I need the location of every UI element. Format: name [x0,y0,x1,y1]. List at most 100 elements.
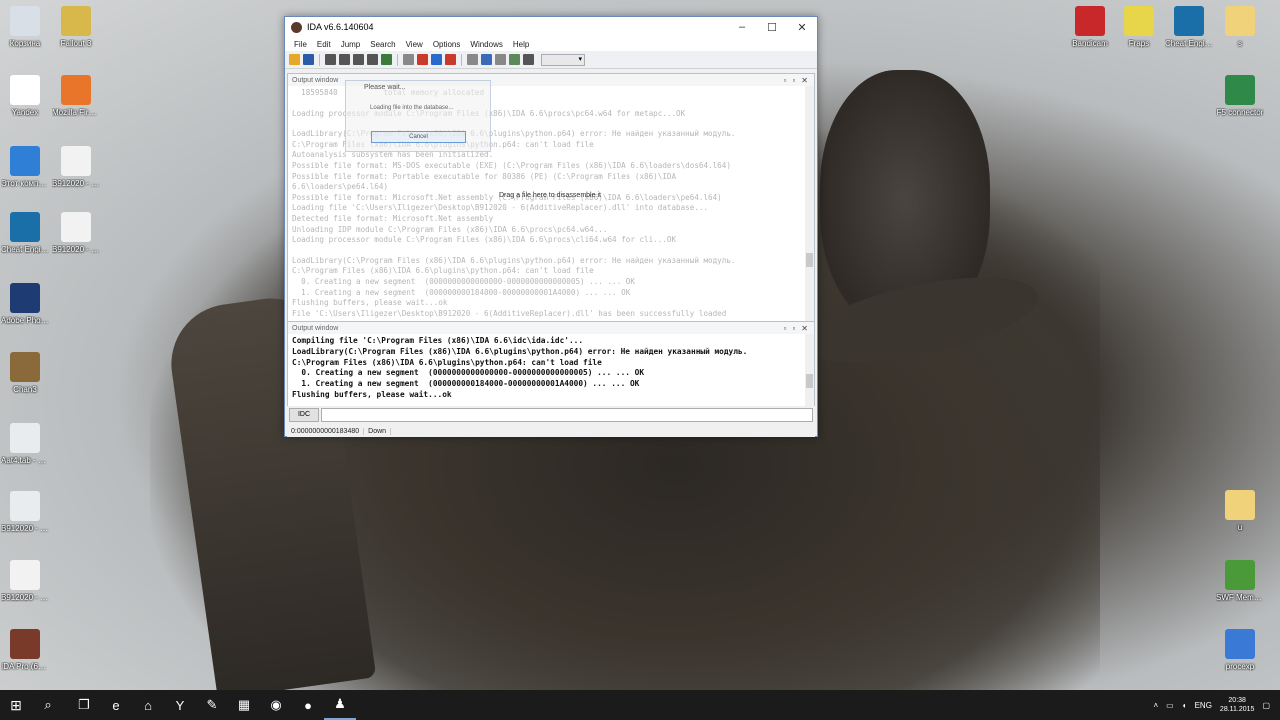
network-icon[interactable]: ▭ [1166,701,1174,710]
log-line: LoadLibrary(C:\Program Files (x86)\IDA 6… [292,255,736,265]
toolbar-button-icon[interactable] [303,54,314,65]
taskbar: ⊞ ⌕ ❐ e ⌂ Y ✎ ▦ ◉ ● ♟ ˄ ▭ ◖ ENG 20:38 28.11.2015… [0,690,1280,720]
log-line: Compiling file 'C:\Program Files (x86)\I… [292,336,584,345]
toolbar-button-icon[interactable] [325,54,336,65]
toolbar-button-icon[interactable] [381,54,392,65]
desktop-icon[interactable]: Fraps [1115,6,1163,48]
toolbar-button-icon[interactable] [417,54,428,65]
desktop-icon[interactable]: Этот компьютер [1,146,49,188]
log-line: File 'C:\Users\Iligezer\Desktop\B912020 … [292,308,727,318]
output-log-bottom: Compiling file 'C:\Program Files (x86)\I… [288,334,814,403]
search-icon[interactable]: ⌕ [32,690,64,720]
desktop-icon[interactable]: B912020 - 6(AdditiveRe... [52,212,100,254]
volume-icon[interactable]: ◖ [1182,701,1187,710]
firefox-icon [61,75,91,105]
menu-item-file[interactable]: File [289,40,312,49]
ida-pro-icon[interactable]: ♟ [324,690,356,720]
calculator-icon[interactable]: ▦ [228,690,260,720]
procexp-icon [1225,629,1255,659]
ida-titlebar[interactable]: IDA v6.6.140604 – ☐ ✕ [285,17,817,37]
edge-icon[interactable]: e [100,690,132,720]
task-view-icon[interactable]: ❐ [68,690,100,720]
desktop-icon[interactable]: procexp [1216,629,1264,671]
toolbar-button-icon[interactable] [509,54,520,65]
folder-icon [1225,6,1255,36]
pane-restore-icon[interactable]: ▫ [784,324,787,333]
start-button[interactable]: ⊞ [0,690,32,720]
idc-command-input[interactable] [321,408,813,422]
fallout-icon [61,6,91,36]
pane-float-icon[interactable]: ▫ [792,324,795,333]
desktop-icon[interactable]: F5 connector [1216,75,1264,117]
toolbar-button-icon[interactable] [403,54,414,65]
toolbar-button-icon[interactable] [445,54,456,65]
toolbar-button-icon[interactable] [431,54,442,65]
log-line: LoadLibrary(C:\Program Files (x86)\IDA 6… [292,346,748,356]
desktop-icon[interactable]: s [1216,6,1264,48]
desktop-icon[interactable]: Yandex [1,75,49,117]
menu-item-options[interactable]: Options [428,40,466,49]
desktop-icon-label: B912020 - 6(AdditiveRe... [52,179,100,188]
desktop-icon[interactable]: Aat4.tab - 6(AdditiveRe... [1,423,49,465]
toolbar-button-icon[interactable] [523,54,534,65]
bandicam-icon[interactable]: ● [292,690,324,720]
desktop-icon-label: B912020 - 6(AdditiveRe... [1,524,49,533]
toolbar-separator [319,53,320,66]
toolbar-button-icon[interactable] [481,54,492,65]
output-bottom-scrollbar[interactable] [805,334,814,406]
desktop-icon[interactable]: Корзина [1,6,49,48]
desktop-icon[interactable]: Mozilla Firefox [52,75,100,117]
tray-arrow-icon[interactable]: ˄ [1154,701,1159,710]
desktop-icon[interactable]: Cheat Engine [1,212,49,254]
notifications-icon[interactable]: ▢ [1262,701,1270,710]
maximize-button[interactable]: ☐ [757,17,787,37]
menu-item-view[interactable]: View [401,40,428,49]
log-line: 0. Creating a new segment (0000000000000… [292,276,635,286]
desktop-icon[interactable]: B912020 - 6(AdditiveRe... [1,491,49,533]
desktop-icon[interactable]: IDA Pro (64-bit) [1,629,49,671]
pane-close-icon[interactable]: ✕ [801,76,808,85]
desktop-icon[interactable]: B912020 - 6(AdditiveRe... [52,146,100,188]
desktop-icon[interactable]: SWF Memory Dumper [1216,560,1264,602]
pane-float-icon[interactable]: ▫ [792,76,795,85]
clock[interactable]: 20:38 28.11.2015 [1220,696,1255,714]
toolbar-button-icon[interactable] [467,54,478,65]
desktop-icon[interactable]: Bandicam [1066,6,1114,48]
system-tray: ˄ ▭ ◖ ENG 20:38 28.11.2015 ▢ [1154,696,1280,714]
yandex-icon[interactable]: Y [164,690,196,720]
toolbar-dropdown[interactable]: ▾ [541,53,585,66]
please-wait-dialog: Please wait... Loading file into the dat… [345,80,491,152]
menu-item-edit[interactable]: Edit [312,40,336,49]
toolbar-button-icon[interactable] [289,54,300,65]
computer-icon [10,146,40,176]
desktop-icon[interactable]: u [1216,490,1264,532]
toolbar-button-icon[interactable] [367,54,378,65]
output-top-scrollbar[interactable] [805,86,814,325]
desktop-icon[interactable]: Fallout 3 [52,6,100,48]
paint-icon[interactable]: ✎ [196,690,228,720]
desktop-icon-label: Fraps [1128,39,1150,48]
menu-item-windows[interactable]: Windows [465,40,507,49]
idc-button[interactable]: IDC [289,408,319,422]
toolbar-button-icon[interactable] [353,54,364,65]
toolbar-button-icon[interactable] [495,54,506,65]
minimize-button[interactable]: – [727,17,757,37]
toolbar-button-icon[interactable] [339,54,350,65]
desktop-icon[interactable]: Adobe Photoshop [1,283,49,325]
close-button[interactable]: ✕ [787,17,817,37]
firefox-icon[interactable]: ◉ [260,690,292,720]
pane-close-icon[interactable]: ✕ [801,324,808,333]
ida-pro-icon [10,629,40,659]
menu-item-search[interactable]: Search [365,40,400,49]
menu-item-jump[interactable]: Jump [336,40,366,49]
store-icon[interactable]: ⌂ [132,690,164,720]
menu-item-help[interactable]: Help [508,40,534,49]
log-line: Possible file format: MS-DOS executable … [292,160,731,170]
language-indicator[interactable]: ENG [1195,701,1212,710]
desktop-icon[interactable]: B912020 - 6(AdditiveRe... [1,560,49,602]
desktop-icon[interactable]: Cheat Engine [1165,6,1213,48]
pane-restore-icon[interactable]: ▫ [784,76,787,85]
desktop-icon-label: IDA Pro (64-bit) [1,662,49,671]
desktop-icon[interactable]: Chan3 [1,352,49,394]
dialog-cancel-button[interactable]: Cancel [371,131,466,143]
